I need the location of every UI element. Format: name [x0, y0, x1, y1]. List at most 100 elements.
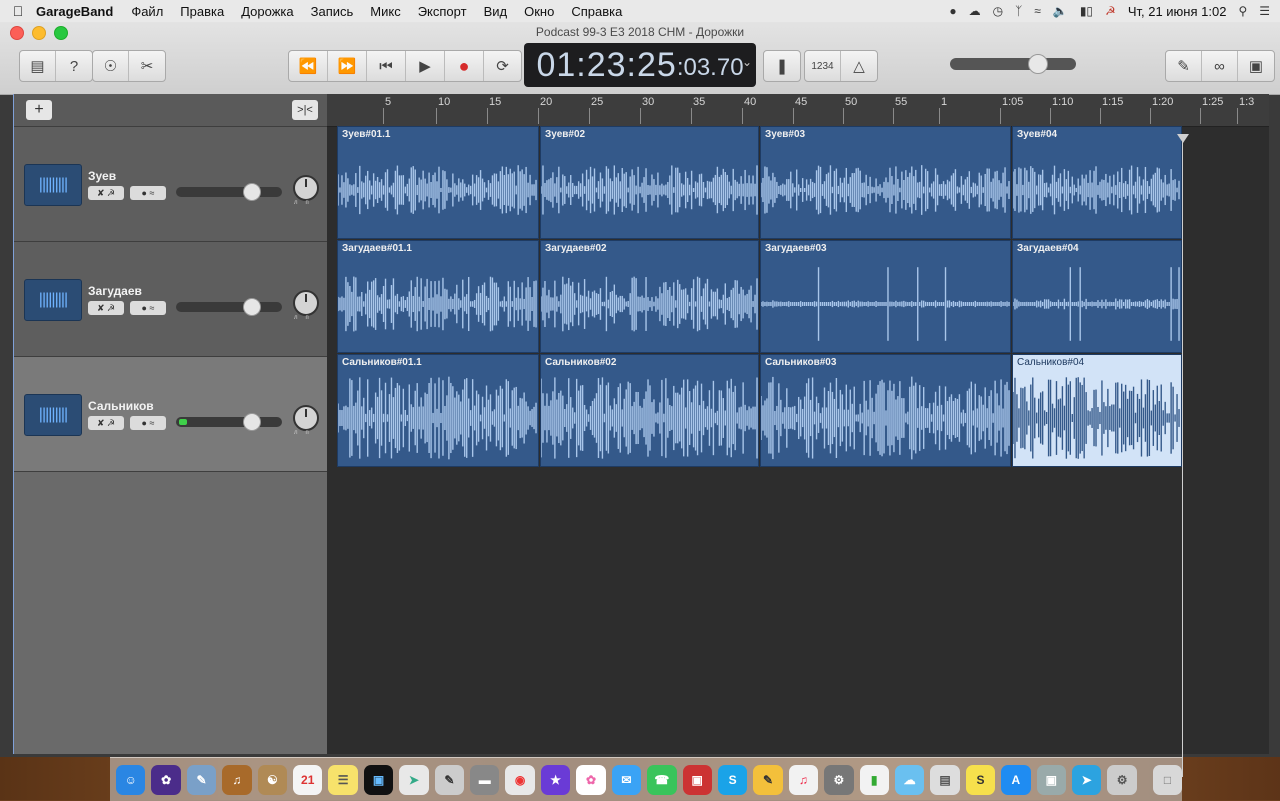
editors-button[interactable]: ✂ [129, 51, 165, 81]
track-volume-knob[interactable] [243, 183, 261, 201]
preview-icon[interactable]: ✎ [186, 764, 217, 795]
add-track-button[interactable]: + [26, 100, 52, 120]
track-pan-knob[interactable] [293, 290, 319, 316]
flag-icon[interactable]: ☭ [1105, 4, 1116, 18]
track-volume-knob[interactable] [243, 413, 261, 431]
go-to-beginning-button[interactable]: ⏮ [367, 51, 406, 81]
master-volume-knob[interactable] [1028, 54, 1048, 74]
track-header-selected[interactable]: ||||||||| Сальников ✘ ☭ ● ≈ лп [14, 357, 328, 472]
cloud-app-icon[interactable]: ☁ [894, 764, 925, 795]
fast-forward-button[interactable]: ⏩ [328, 51, 367, 81]
playhead[interactable] [1182, 136, 1183, 777]
smart-controls-button[interactable]: ☉ [93, 51, 129, 81]
mute-headphones-buttons[interactable]: ✘ ☭ [88, 186, 124, 200]
menu-share[interactable]: Экспорт [418, 4, 467, 19]
audio-region-selected[interactable]: Сальников#04 [1012, 354, 1182, 467]
menubar-clock[interactable]: Чт, 21 июня 1:02 [1128, 4, 1227, 19]
lcd-mode-chevron-icon[interactable]: ⌄ [742, 55, 752, 69]
menu-window[interactable]: Окно [524, 4, 554, 19]
count-in-button[interactable]: 1234 [805, 51, 841, 81]
maps-icon[interactable]: ➤ [399, 764, 429, 795]
master-volume-slider[interactable] [950, 54, 1076, 74]
stickies-icon[interactable]: ✎ [753, 764, 783, 795]
app-menu[interactable]: GarageBand [36, 4, 113, 19]
photo-booth-icon[interactable]: ▣ [682, 764, 712, 795]
garageband-icon[interactable]: ♫ [222, 764, 252, 795]
mute-headphones-buttons[interactable]: ✘ ☭ [88, 301, 124, 315]
track-pan-knob[interactable] [293, 175, 319, 201]
audio-region[interactable]: Зуев#01.1 [337, 126, 539, 239]
track-volume-slider[interactable] [176, 183, 282, 201]
tracks-area[interactable]: 5 10 15 20 25 30 35 40 45 50 55 1 1:05 1:10 1:15 1:20 1:… [327, 94, 1269, 754]
record-monitor-buttons[interactable]: ● ≈ [130, 416, 166, 430]
facetime-icon[interactable]: ☎ [647, 764, 677, 795]
record-monitor-buttons[interactable]: ● ≈ [130, 186, 166, 200]
quick-help-button[interactable]: ? [56, 51, 92, 81]
track-header[interactable]: ||||||||| Зуев ✘ ☭ ● ≈ лп [14, 127, 328, 242]
chrome-icon[interactable]: ◉ [505, 764, 535, 795]
mute-headphones-buttons[interactable]: ✘ ☭ [88, 416, 124, 430]
audio-region[interactable]: Зуев#02 [540, 126, 759, 239]
audio-region[interactable]: Зуев#04 [1012, 126, 1182, 239]
record-monitor-buttons[interactable]: ● ≈ [130, 301, 166, 315]
scanner-icon[interactable]: ▬ [470, 764, 500, 795]
flex-follow-filter-button[interactable]: >|< [292, 100, 318, 120]
trash-icon[interactable]: □ [1152, 764, 1183, 795]
library-button[interactable]: ▤ [20, 51, 56, 81]
menu-file[interactable]: Файл [131, 4, 163, 19]
track-pan-knob[interactable] [293, 405, 319, 431]
contacts-icon[interactable]: ☯ [257, 764, 288, 795]
tuner-button[interactable]: ❚ [764, 51, 800, 81]
system-preferences-icon[interactable]: ⚙ [824, 764, 854, 795]
notification-app-icon[interactable]: ● [949, 4, 956, 18]
menu-track[interactable]: Дорожка [241, 4, 293, 19]
rewind-button[interactable]: ⏪ [289, 51, 328, 81]
wifi-icon[interactable]: ≈ [1034, 4, 1041, 18]
screen-icon[interactable]: ▣ [363, 764, 394, 795]
audio-region[interactable]: Загудаев#02 [540, 240, 759, 353]
siri-icon[interactable]: ✿ [151, 764, 181, 795]
calendar-icon[interactable]: 21 [293, 764, 323, 795]
bluetooth-icon[interactable]: ᛉ [1015, 4, 1022, 18]
timeline-ruler[interactable]: 5 10 15 20 25 30 35 40 45 50 55 1 1:05 1:10 1:15 1:20 1:… [327, 94, 1269, 127]
track-header[interactable]: ||||||||| Загудаев ✘ ☭ ● ≈ лп [14, 242, 328, 357]
slack-icon[interactable]: S [965, 764, 996, 795]
menu-help[interactable]: Справка [571, 4, 622, 19]
note-pad-button[interactable]: ✎ [1166, 51, 1202, 81]
photos-icon[interactable]: ✿ [576, 764, 606, 795]
menu-edit[interactable]: Правка [180, 4, 224, 19]
notification-center-icon[interactable]: ☰ [1259, 4, 1270, 18]
spotlight-search-icon[interactable]: ⚲ [1238, 4, 1247, 18]
record-button[interactable]: ● [445, 51, 484, 81]
audio-region[interactable]: Сальников#02 [540, 354, 759, 467]
cloud-icon[interactable]: ☁ [969, 4, 981, 18]
menu-record[interactable]: Запись [311, 4, 354, 19]
track-volume-knob[interactable] [243, 298, 261, 316]
audio-region[interactable]: Сальников#03 [760, 354, 1011, 467]
skype-icon[interactable]: S [717, 764, 748, 795]
apple-menu-icon[interactable]:  [0, 3, 36, 19]
track-volume-slider[interactable] [176, 413, 282, 431]
audio-region[interactable]: Загудаев#03 [760, 240, 1011, 353]
media-browser-button[interactable]: ▣ [1238, 51, 1274, 81]
textedit-icon[interactable]: ✎ [434, 764, 465, 795]
numbers-icon[interactable]: ▮ [859, 764, 889, 795]
menu-view[interactable]: Вид [484, 4, 508, 19]
time-machine-icon[interactable]: ◷ [993, 4, 1003, 18]
telegram-icon[interactable]: ➤ [1071, 764, 1102, 795]
menu-mix[interactable]: Микс [370, 4, 400, 19]
image-capture-icon[interactable]: ▣ [1036, 764, 1066, 795]
imovie-icon[interactable]: ★ [540, 764, 571, 795]
audio-region[interactable]: Загудаев#01.1 [337, 240, 539, 353]
play-button[interactable]: ▶ [406, 51, 445, 81]
keynote-icon[interactable]: ▤ [930, 764, 960, 795]
audio-region[interactable]: Зуев#03 [760, 126, 1011, 239]
audio-region[interactable]: Загудаев#04 [1012, 240, 1182, 353]
automator-icon[interactable]: ⚙ [1107, 764, 1137, 795]
metronome-button[interactable]: △ [841, 51, 877, 81]
messages-icon[interactable]: ✉ [611, 764, 642, 795]
loop-browser-button[interactable]: ∞ [1202, 51, 1238, 81]
audio-region[interactable]: Сальников#01.1 [337, 354, 539, 467]
notes-icon[interactable]: ☰ [328, 764, 358, 795]
battery-icon[interactable]: ▮▯ [1080, 4, 1093, 18]
